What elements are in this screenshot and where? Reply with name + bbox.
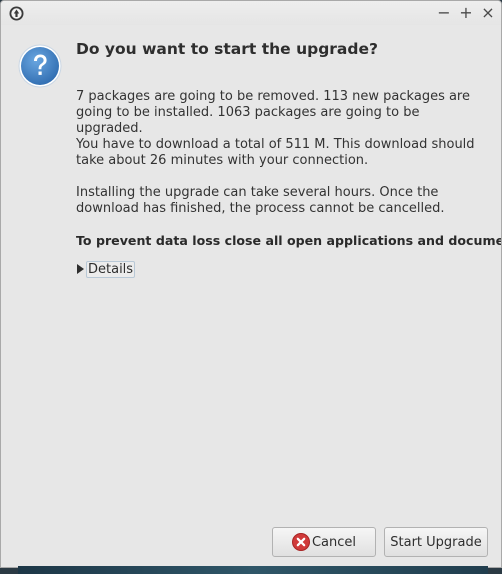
cancel-button[interactable]: Cancel [272, 527, 376, 557]
cancel-icon [291, 533, 310, 551]
question-icon [18, 44, 62, 88]
start-upgrade-button-label: Start Upgrade [390, 534, 482, 550]
details-label[interactable]: Details [86, 260, 136, 278]
upgrade-dialog-window: − + × Do you want to start the upgrade? … [0, 0, 502, 568]
download-summary: You have to download a total of 511 M. T… [76, 137, 475, 168]
install-duration-note: Installing the upgrade can take several … [76, 185, 445, 216]
maximize-button[interactable]: + [456, 3, 476, 23]
data-loss-warning: To prevent data loss close all open appl… [76, 233, 502, 248]
expander-arrow-icon[interactable] [77, 264, 84, 274]
dialog-heading: Do you want to start the upgrade? [76, 40, 378, 58]
cancel-button-label: Cancel [311, 534, 357, 550]
details-expander[interactable]: Details [77, 260, 136, 278]
start-upgrade-button[interactable]: Start Upgrade [384, 527, 488, 557]
minimize-button[interactable]: − [434, 3, 454, 23]
packages-summary: 7 packages are going to be removed. 113 … [76, 89, 470, 136]
desktop-background [18, 566, 488, 574]
title-bar[interactable]: − + × [1, 1, 501, 25]
upgrade-app-icon [9, 6, 24, 21]
close-button[interactable]: × [478, 3, 498, 23]
